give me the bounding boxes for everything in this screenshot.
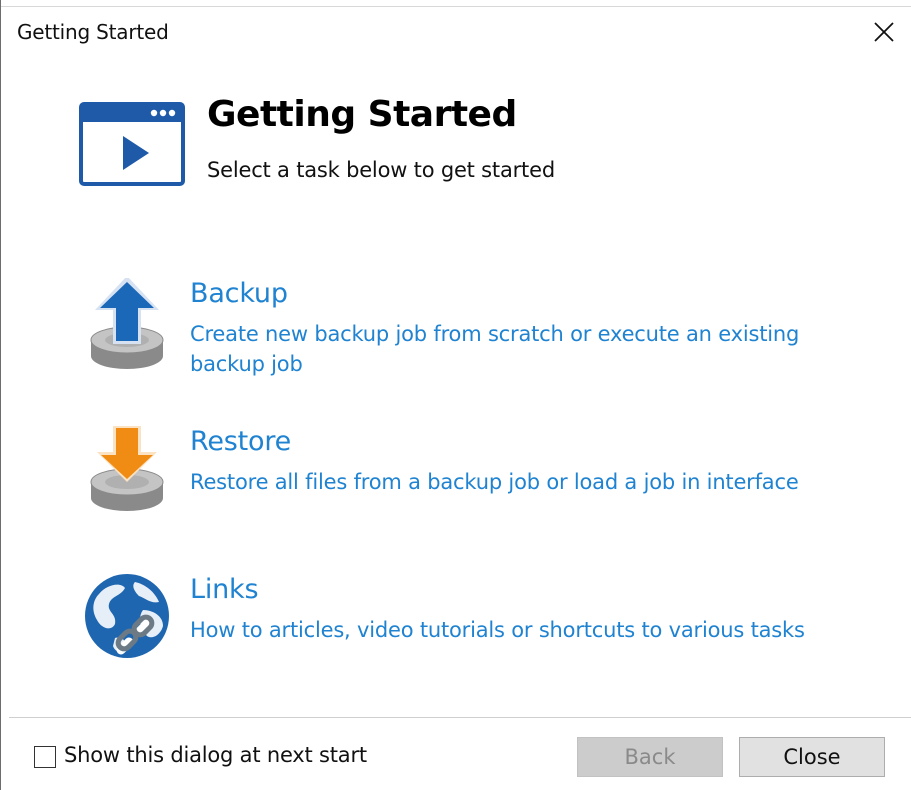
task-backup-description[interactable]: Create new backup job from scratch or ex… [190,319,850,379]
task-restore[interactable]: Restore Restore all files from a backup … [77,426,857,522]
getting-started-dialog: Getting Started Getting Started Select a… [0,0,911,790]
show-at-start-checkbox[interactable] [34,746,56,768]
title-bar: Getting Started [1,6,911,54]
page-title: Getting Started [207,94,517,135]
task-restore-title[interactable]: Restore [190,426,291,457]
media-window-icon [79,102,185,186]
task-links-description[interactable]: How to articles, video tutorials or shor… [190,615,850,645]
task-links-title[interactable]: Links [190,574,259,605]
restore-download-icon [90,426,164,511]
task-backup[interactable]: Backup Create new backup job from scratc… [77,278,857,378]
backup-upload-icon [90,278,164,369]
globe-link-icon [85,574,169,658]
task-links[interactable]: Links How to articles, video tutorials o… [77,574,857,670]
close-button[interactable]: Close [739,737,885,777]
task-restore-description[interactable]: Restore all files from a backup job or l… [190,467,850,497]
footer-divider [9,717,911,718]
show-at-start-label[interactable]: Show this dialog at next start [64,743,367,767]
page-subtitle: Select a task below to get started [207,158,555,182]
back-button[interactable]: Back [577,737,723,777]
window-title: Getting Started [17,20,169,44]
task-backup-title[interactable]: Backup [190,278,288,309]
close-icon[interactable] [869,17,899,47]
